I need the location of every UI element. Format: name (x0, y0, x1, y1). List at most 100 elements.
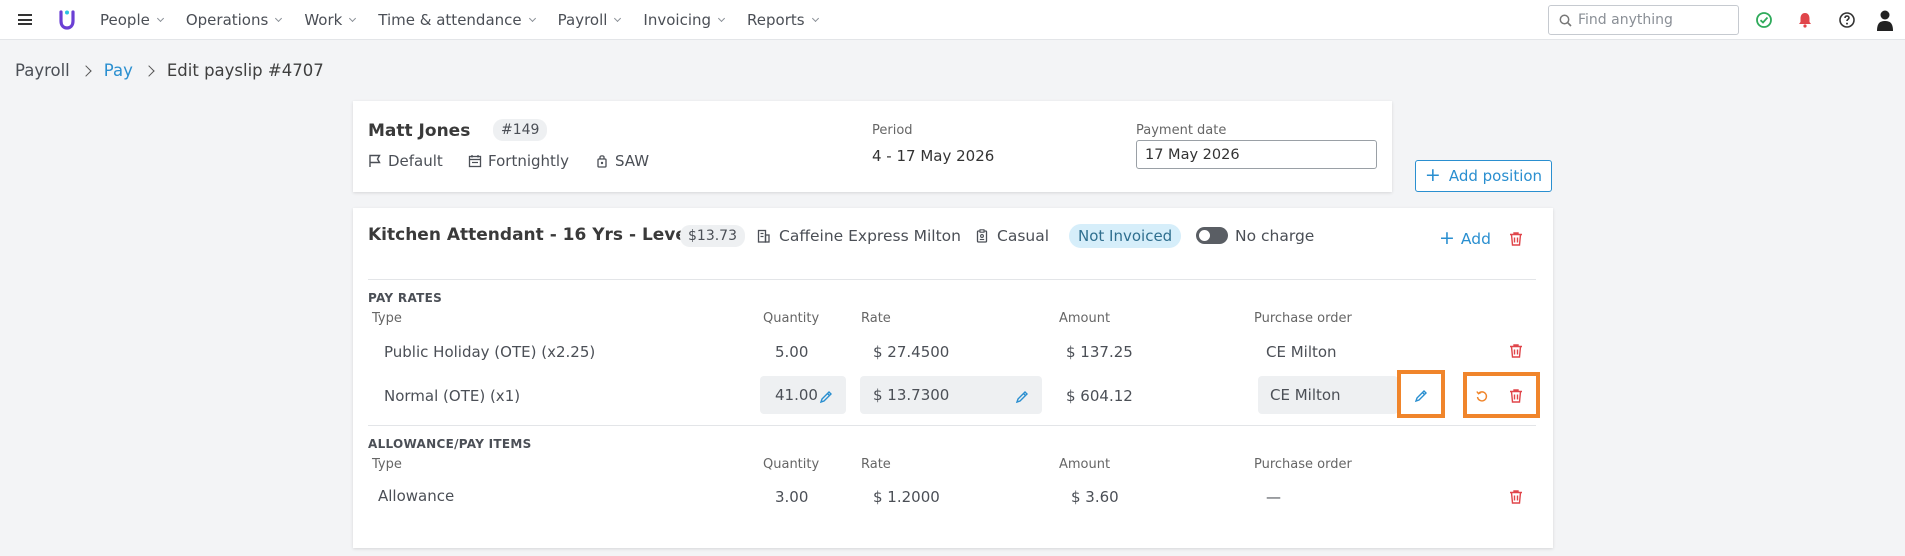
add-item-button[interactable]: + Add (1439, 227, 1491, 249)
menu-payroll[interactable]: Payroll (557, 11, 622, 29)
purchase-order-field[interactable]: CE Milton (1258, 376, 1398, 414)
no-charge-toggle[interactable] (1196, 227, 1228, 244)
col-quantity: Quantity (763, 311, 820, 326)
menu-reports-label: Reports (747, 11, 805, 29)
breadcrumb: Payroll Pay Edit payslip #4707 (15, 61, 324, 80)
menu-reports[interactable]: Reports (747, 11, 819, 29)
menu-people[interactable]: People (100, 11, 164, 29)
pay-rate-purchase-order: CE Milton (1266, 343, 1337, 361)
col-purchase-order: Purchase order (1254, 457, 1352, 472)
employee-card: Matt Jones #149 Default Fortnightly SAW … (353, 101, 1392, 192)
pay-group: Default (368, 152, 443, 170)
check-circle-icon[interactable] (1755, 11, 1773, 29)
col-rate: Rate (861, 311, 891, 326)
pay-rates-title: PAY RATES (368, 291, 443, 305)
allowance-rate: $ 1.2000 (873, 488, 940, 506)
add-position-button[interactable]: + Add position (1415, 160, 1552, 192)
menu-icon[interactable] (18, 14, 32, 25)
award: SAW (595, 152, 649, 170)
logo-icon[interactable] (58, 9, 76, 31)
pencil-icon[interactable] (1015, 390, 1029, 404)
menu-work[interactable]: Work (304, 11, 357, 29)
position-title: Kitchen Attendant - 16 Yrs - Level 1 (368, 225, 711, 245)
period-label: Period (872, 123, 913, 138)
quantity-value: 41.00 (775, 386, 818, 404)
menu-invoicing[interactable]: Invoicing (643, 11, 726, 29)
chevron-down-icon (717, 14, 726, 23)
search-input[interactable] (1578, 12, 1728, 28)
payment-date-field[interactable] (1136, 140, 1377, 169)
quantity-field[interactable]: 41.00 (760, 376, 846, 414)
trash-icon[interactable] (1508, 489, 1524, 505)
pay-rate-quantity: 5.00 (775, 343, 809, 361)
trash-icon[interactable] (1508, 343, 1524, 359)
col-purchase-order: Purchase order (1254, 311, 1352, 326)
trash-icon[interactable] (1508, 388, 1524, 404)
search-box[interactable] (1548, 5, 1739, 35)
allowance-quantity: 3.00 (775, 488, 809, 506)
menu-time-attendance-label: Time & attendance (378, 11, 522, 29)
rate-value: $ 13.7300 (873, 386, 950, 404)
search-icon (1559, 14, 1572, 27)
menu-time-attendance[interactable]: Time & attendance (378, 11, 536, 29)
menu-operations[interactable]: Operations (185, 11, 283, 29)
menu-work-label: Work (304, 11, 343, 29)
add-position-label: Add position (1448, 167, 1543, 185)
pay-rate-type: Public Holiday (OTE) (x2.25) (384, 343, 596, 361)
user-icon[interactable] (1877, 9, 1893, 31)
payment-date-label: Payment date (1136, 123, 1227, 138)
pay-frequency: Fortnightly (468, 152, 569, 170)
divider (368, 279, 1536, 280)
position-rate-badge: $13.73 (680, 225, 745, 247)
allowance-amount: $ 3.60 (1071, 488, 1119, 506)
pencil-icon[interactable] (819, 390, 833, 404)
trash-icon[interactable] (1508, 231, 1524, 247)
chevron-down-icon (811, 14, 819, 23)
pay-rate-rate: $ 27.4500 (873, 343, 950, 361)
menu-operations-label: Operations (185, 11, 269, 29)
undo-icon[interactable] (1475, 389, 1489, 403)
menu-people-label: People (100, 11, 150, 29)
allowance-purchase-order: — (1266, 488, 1281, 506)
employee-id-badge: #149 (493, 119, 548, 141)
building-icon (757, 229, 770, 243)
bell-icon[interactable] (1796, 11, 1814, 29)
page-title: Edit payslip #4707 (166, 61, 324, 80)
col-type: Type (372, 457, 402, 472)
col-amount: Amount (1059, 457, 1111, 472)
col-amount: Amount (1059, 311, 1111, 326)
pay-rate-amount: $ 137.25 (1066, 343, 1133, 361)
award-icon (597, 155, 607, 168)
help-icon[interactable] (1838, 11, 1856, 29)
top-navigation: People Operations Work Time & attendance… (0, 0, 1905, 40)
chevron-down-icon (614, 14, 622, 23)
flag-icon (369, 154, 381, 167)
badge-icon (976, 229, 988, 243)
divider (368, 425, 1536, 426)
breadcrumb-payroll[interactable]: Payroll (15, 61, 70, 80)
pay-rate-type: Normal (OTE) (x1) (384, 387, 521, 405)
main-menu: People Operations Work Time & attendance… (100, 0, 841, 40)
pay-rate-amount: $ 604.12 (1066, 387, 1133, 405)
chevron-down-icon (275, 14, 283, 23)
breadcrumb-pay[interactable]: Pay (104, 61, 133, 80)
position-card: Kitchen Attendant - 16 Yrs - Level 1 $13… (353, 208, 1553, 548)
menu-invoicing-label: Invoicing (643, 11, 712, 29)
allowances-title: ALLOWANCE/PAY ITEMS (368, 437, 532, 451)
chevron-down-icon (528, 14, 536, 23)
plus-icon: + (1424, 164, 1441, 186)
employment-type-label: Casual (997, 227, 1050, 245)
no-charge-label: No charge (1235, 227, 1315, 245)
col-quantity: Quantity (763, 457, 820, 472)
purchase-order-value: CE Milton (1270, 386, 1341, 404)
employee-name: Matt Jones (368, 121, 471, 141)
employment-type: Casual (976, 227, 1049, 245)
col-rate: Rate (861, 457, 891, 472)
period-value: 4 - 17 May 2026 (872, 147, 995, 165)
pay-group-label: Default (388, 152, 443, 170)
menu-payroll-label: Payroll (557, 11, 608, 29)
position-location-label: Caffeine Express Milton (779, 227, 961, 245)
chevron-down-icon (156, 14, 164, 23)
pencil-icon[interactable] (1414, 389, 1428, 403)
pay-frequency-label: Fortnightly (488, 152, 569, 170)
